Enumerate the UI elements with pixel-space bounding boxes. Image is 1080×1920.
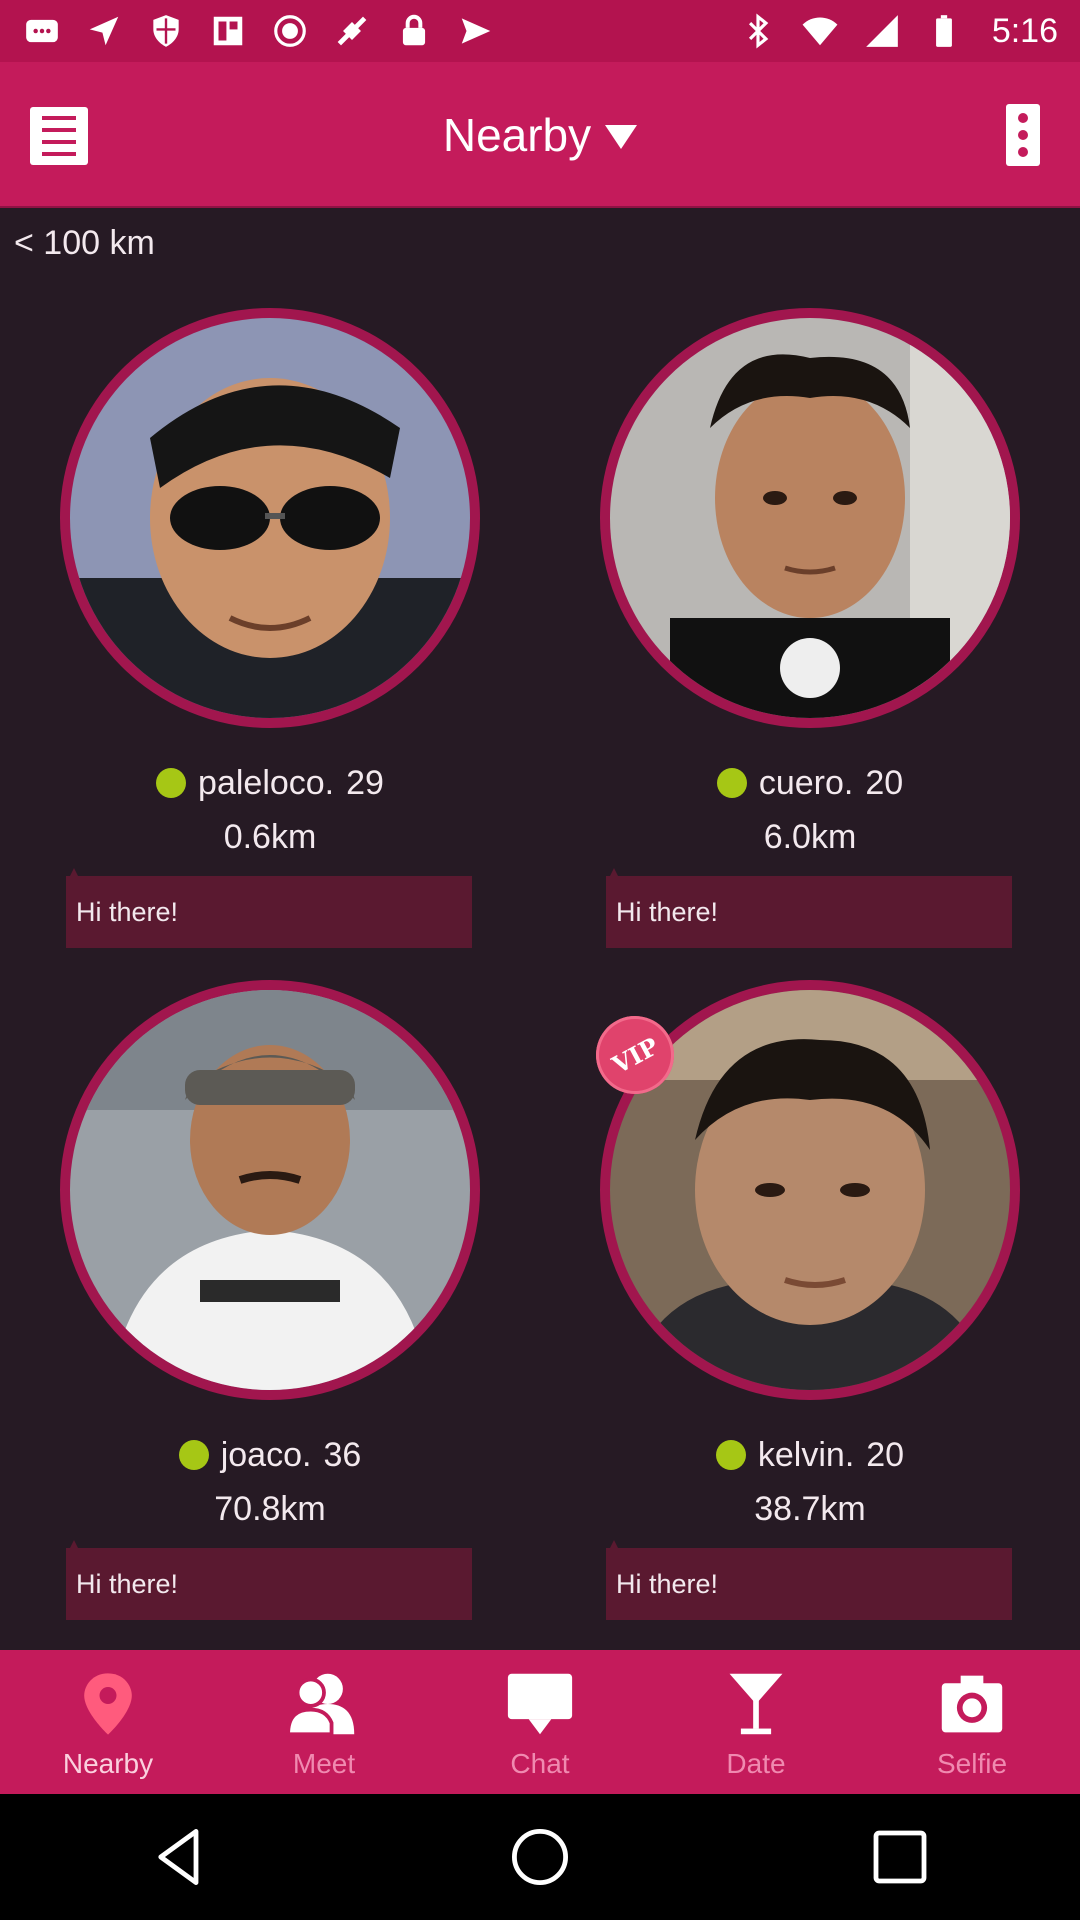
nav-label: Chat bbox=[510, 1748, 570, 1779]
user-distance: 6.0km bbox=[763, 818, 857, 856]
location-pin-icon bbox=[70, 1670, 146, 1738]
user-name: paleloco. bbox=[198, 763, 335, 802]
user-age: 29 bbox=[346, 763, 384, 802]
user-card[interactable]: VIP kelvin. 20 38.7km Hi there! bbox=[582, 980, 1020, 1620]
battery-icon bbox=[924, 11, 964, 51]
user-distance: 70.8km bbox=[214, 1490, 326, 1528]
bottom-nav: Nearby Meet Chat Date Selfie bbox=[0, 1650, 1080, 1794]
avatar[interactable] bbox=[60, 308, 480, 728]
user-distance: 0.6km bbox=[223, 818, 317, 856]
app-header: Nearby bbox=[0, 62, 1080, 208]
avatar-photo bbox=[70, 318, 470, 718]
greeting-message[interactable]: Hi there! bbox=[606, 1540, 1012, 1620]
user-name: kelvin. bbox=[757, 1435, 855, 1474]
avatar-photo bbox=[70, 990, 470, 1390]
user-name-row: paleloco. 29 bbox=[60, 758, 480, 808]
record-icon bbox=[270, 11, 310, 51]
user-card[interactable]: cuero. 20 6.0km Hi there! bbox=[600, 308, 1020, 948]
navigation-icon bbox=[84, 11, 124, 51]
user-name-row: kelvin. 20 bbox=[600, 1430, 1020, 1480]
recents-icon[interactable] bbox=[860, 1817, 940, 1897]
camera-icon bbox=[934, 1670, 1010, 1738]
user-name: cuero. bbox=[758, 763, 854, 802]
greeting-message[interactable]: Hi there! bbox=[606, 868, 1012, 948]
nav-label: Date bbox=[726, 1748, 786, 1779]
user-age: 20 bbox=[865, 763, 904, 802]
caret-down-icon bbox=[605, 125, 638, 149]
more-vert-icon[interactable] bbox=[1006, 104, 1040, 166]
message-icon bbox=[22, 11, 62, 51]
home-icon[interactable] bbox=[500, 1817, 580, 1897]
shield-icon bbox=[146, 11, 186, 51]
system-nav-bar bbox=[0, 1794, 1080, 1920]
nav-item-date[interactable]: Date bbox=[648, 1650, 864, 1794]
back-icon[interactable] bbox=[140, 1817, 220, 1897]
user-age: 36 bbox=[323, 1435, 362, 1474]
page-title: Nearby bbox=[442, 109, 592, 161]
nav-label: Meet bbox=[292, 1748, 356, 1779]
avatar-photo bbox=[610, 318, 1010, 718]
bluetooth-icon bbox=[738, 11, 778, 51]
location-filter-dropdown[interactable]: Nearby bbox=[0, 62, 1080, 208]
clock: 5:16 bbox=[991, 11, 1058, 50]
status-bar: 5:16 bbox=[0, 0, 1080, 62]
nav-item-selfie[interactable]: Selfie bbox=[864, 1650, 1080, 1794]
online-status-dot bbox=[715, 1440, 746, 1470]
range-label: < 100 km bbox=[14, 224, 155, 262]
online-status-dot bbox=[178, 1440, 209, 1470]
avatar[interactable] bbox=[600, 308, 1020, 728]
nav-item-chat[interactable]: Chat bbox=[432, 1650, 648, 1794]
lock-icon bbox=[394, 11, 434, 51]
list-icon[interactable] bbox=[30, 107, 88, 165]
user-name-row: cuero. 20 bbox=[600, 758, 1020, 808]
people-icon bbox=[286, 1670, 362, 1738]
user-name: joaco. bbox=[220, 1435, 312, 1474]
greeting-message[interactable]: Hi there! bbox=[66, 868, 472, 948]
user-card[interactable]: paleloco. 29 0.6km Hi there! bbox=[60, 308, 480, 948]
nav-item-nearby[interactable]: Nearby bbox=[0, 1650, 216, 1794]
nav-label: Nearby bbox=[62, 1748, 154, 1779]
user-distance: 38.7km bbox=[754, 1490, 866, 1528]
send-icon bbox=[456, 11, 496, 51]
wifi-icon bbox=[800, 11, 840, 51]
chat-bubble-icon bbox=[502, 1670, 578, 1738]
avatar[interactable] bbox=[60, 980, 480, 1400]
user-age: 20 bbox=[866, 1435, 905, 1474]
greeting-message[interactable]: Hi there! bbox=[66, 1540, 472, 1620]
fake-gps-icon bbox=[332, 11, 372, 51]
signal-icon bbox=[862, 11, 902, 51]
nav-item-meet[interactable]: Meet bbox=[216, 1650, 432, 1794]
news-icon bbox=[208, 11, 248, 51]
nav-label: Selfie bbox=[936, 1748, 1008, 1779]
online-status-dot bbox=[716, 768, 747, 798]
cocktail-icon bbox=[718, 1670, 794, 1738]
online-status-dot bbox=[156, 768, 187, 798]
user-name-row: joaco. 36 bbox=[60, 1430, 480, 1480]
user-card[interactable]: joaco. 36 70.8km Hi there! bbox=[60, 980, 480, 1620]
